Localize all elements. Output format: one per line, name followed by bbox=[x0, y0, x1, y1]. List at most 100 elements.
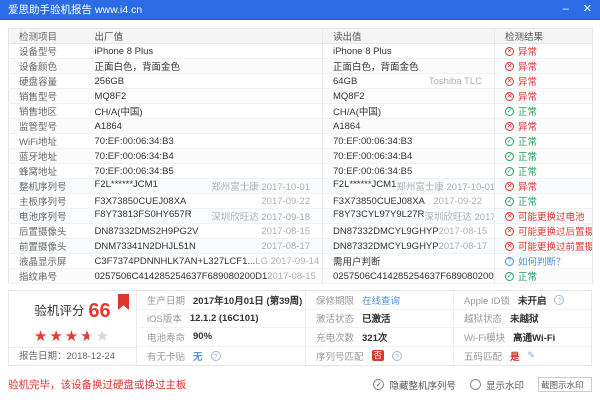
show-watermark-label: 显示水印 bbox=[486, 378, 524, 392]
help-icon[interactable]: ? bbox=[392, 351, 402, 361]
info-sim-sticker: 有无卡贴 无 ? bbox=[137, 347, 305, 366]
read-value: iPhone 8 Plus bbox=[333, 46, 392, 57]
status-badge: 异常 bbox=[505, 74, 537, 88]
radio-checked-icon[interactable] bbox=[373, 379, 384, 390]
table-row: 指纹串号 0257506C414285254637F689080200D1 20… bbox=[9, 269, 593, 284]
edit-icon[interactable]: ✎ bbox=[528, 350, 536, 361]
radio-unchecked-icon[interactable] bbox=[470, 379, 481, 390]
status-icon bbox=[505, 47, 514, 56]
check-item-label: 整机序列号 bbox=[9, 179, 85, 194]
warranty-link[interactable]: 在线查询 bbox=[362, 293, 400, 307]
score-value: 66 bbox=[88, 300, 110, 322]
factory-value: F3X73850CUEJ08XA bbox=[95, 196, 187, 207]
factory-value: DNM73341N2DHJL51N bbox=[95, 241, 196, 252]
check-item-label: 主板序列号 bbox=[9, 194, 85, 209]
status-text: 正常 bbox=[518, 134, 537, 148]
star-icon: ★★ bbox=[80, 327, 95, 345]
score-line: 验机评分 66 bbox=[9, 300, 136, 323]
read-value: 70:EF:00:06:34:B5 bbox=[333, 166, 412, 177]
table-row: 后置摄像头 DN87332DMS2H9PG2V 2017-08-15 DN873… bbox=[9, 224, 593, 239]
table-row: 监管型号 A1864 A1864 异常 bbox=[9, 119, 593, 134]
status-icon bbox=[505, 182, 514, 191]
factory-value: F2L******JCM1 bbox=[95, 179, 158, 193]
status-badge: 可能更换过电池 bbox=[505, 209, 585, 223]
table-row: 设备型号 iPhone 8 Plus iPhone 8 Plus 异常 bbox=[9, 44, 593, 59]
table-row: 硬盘容量 256GB 64GB Toshiba TLC 异常 bbox=[9, 74, 593, 89]
read-value: 70:EF:00:06:34:B4 bbox=[333, 151, 412, 162]
factory-value: 70:EF:00:06:34:B5 bbox=[95, 166, 174, 177]
factory-note: LG 2017-09-14 bbox=[255, 256, 319, 267]
factory-note: 2017-08-15 bbox=[267, 271, 316, 282]
info-appleid-lock: Apple ID锁 未开启 ? bbox=[454, 291, 591, 310]
check-item-label: 前置摄像头 bbox=[9, 239, 85, 254]
score-box: 验机评分66 ★★★★★★ 报告日期：2018-12-24 bbox=[9, 291, 137, 365]
check-item-label: WiFi地址 bbox=[9, 134, 85, 149]
info-five-code-match: 五码匹配 是 ✎ bbox=[454, 347, 591, 366]
info-wifi-module: Wi-Fi模块 高通Wi-Fi bbox=[454, 328, 591, 347]
check-item-label: 销售地区 bbox=[9, 104, 85, 119]
info-jailbreak: 越狱状态 未越狱 bbox=[454, 310, 591, 329]
status-badge: 正常 bbox=[505, 194, 537, 208]
table-row: 液晶显示屏 C3F7374PDNNHLK7AN+L327LCF1... LG 2… bbox=[9, 254, 593, 269]
read-value: 需用户判断 bbox=[333, 254, 381, 268]
table-row: 蓝牙地址 70:EF:00:06:34:B4 70:EF:00:06:34:B4… bbox=[9, 149, 593, 164]
factory-note: 2017-09-22 bbox=[261, 196, 310, 207]
help-icon[interactable]: ? bbox=[554, 295, 564, 305]
star-rating: ★★★★★★ bbox=[9, 327, 136, 347]
table-row: 前置摄像头 DNM73341N2DHJL51N 2017-08-17 DN873… bbox=[9, 239, 593, 254]
read-note: 2017-09-22 bbox=[433, 196, 482, 207]
read-value: 70:EF:00:06:34:B3 bbox=[333, 136, 412, 147]
status-icon bbox=[505, 227, 514, 236]
status-icon bbox=[505, 257, 514, 266]
status-badge: 可能更换过后置摄像头 bbox=[505, 224, 593, 238]
factory-value: F8Y73813FS0HY657R bbox=[95, 209, 192, 223]
table-row: 销售地区 CH/A(中国) CH/A(中国) 正常 bbox=[9, 104, 593, 119]
hide-serial-label: 隐藏整机序列号 bbox=[389, 378, 456, 392]
help-icon[interactable]: ? bbox=[211, 351, 221, 361]
factory-value: 正面白色，背面金色 bbox=[95, 59, 181, 73]
status-text: 可能更换过前置摄像头 bbox=[518, 239, 593, 253]
score-label: 验机评分 bbox=[34, 304, 84, 318]
check-item-label: 电池序列号 bbox=[9, 209, 85, 224]
factory-value: MQ8F2 bbox=[95, 91, 127, 102]
status-icon bbox=[505, 122, 514, 131]
info-warranty: 保修期限 在线查询 bbox=[306, 291, 453, 310]
status-text: 异常 bbox=[518, 59, 537, 73]
status-text: 异常 bbox=[518, 119, 537, 133]
check-item-label: 销售型号 bbox=[9, 89, 85, 104]
hide-serial-option[interactable]: 隐藏整机序列号 bbox=[373, 378, 456, 392]
status-text: 正常 bbox=[518, 104, 537, 118]
status-icon bbox=[505, 212, 514, 221]
read-value: MQ8F2 bbox=[333, 91, 365, 102]
status-text: 正常 bbox=[518, 194, 537, 208]
title-bar: 爱思助手验机报告 www.i4.cn – ✕ bbox=[0, 0, 600, 20]
status-badge: 异常 bbox=[505, 179, 537, 193]
status-badge: 如何判断？ bbox=[505, 254, 566, 268]
status-badge: 正常 bbox=[505, 164, 537, 178]
factory-value: CH/A(中国) bbox=[95, 104, 143, 118]
factory-note: 2017-08-17 bbox=[261, 241, 310, 252]
report-date: 报告日期：2018-12-24 bbox=[9, 347, 136, 365]
factory-value: DN87332DMS2H9PG2V bbox=[95, 226, 199, 237]
factory-value: iPhone 8 Plus bbox=[95, 46, 154, 57]
check-item-label: 指纹串号 bbox=[9, 269, 85, 284]
table-row: WiFi地址 70:EF:00:06:34:B3 70:EF:00:06:34:… bbox=[9, 134, 593, 149]
status-badge: 异常 bbox=[505, 44, 537, 58]
read-note: 深圳欣旺达 2017-09-18 bbox=[424, 209, 494, 223]
check-item-label: 蓝牙地址 bbox=[9, 149, 85, 164]
watermark-text-input[interactable] bbox=[538, 377, 592, 392]
minimize-button[interactable]: – bbox=[563, 4, 569, 15]
close-button[interactable]: ✕ bbox=[583, 4, 592, 15]
read-note: Toshiba TLC bbox=[429, 76, 482, 87]
status-icon bbox=[505, 107, 514, 116]
read-value: 64GB bbox=[333, 76, 357, 87]
status-icon bbox=[505, 167, 514, 176]
check-item-label: 监管型号 bbox=[9, 119, 85, 134]
check-item-label: 设备型号 bbox=[9, 44, 85, 59]
status-icon bbox=[505, 242, 514, 251]
star-icon: ★ bbox=[49, 328, 64, 345]
status-icon bbox=[505, 272, 514, 281]
status-badge: 可能更换过前置摄像头 bbox=[505, 239, 593, 253]
read-value: 正面白色，背面金色 bbox=[333, 59, 419, 73]
show-watermark-option[interactable]: 显示水印 bbox=[470, 378, 524, 392]
